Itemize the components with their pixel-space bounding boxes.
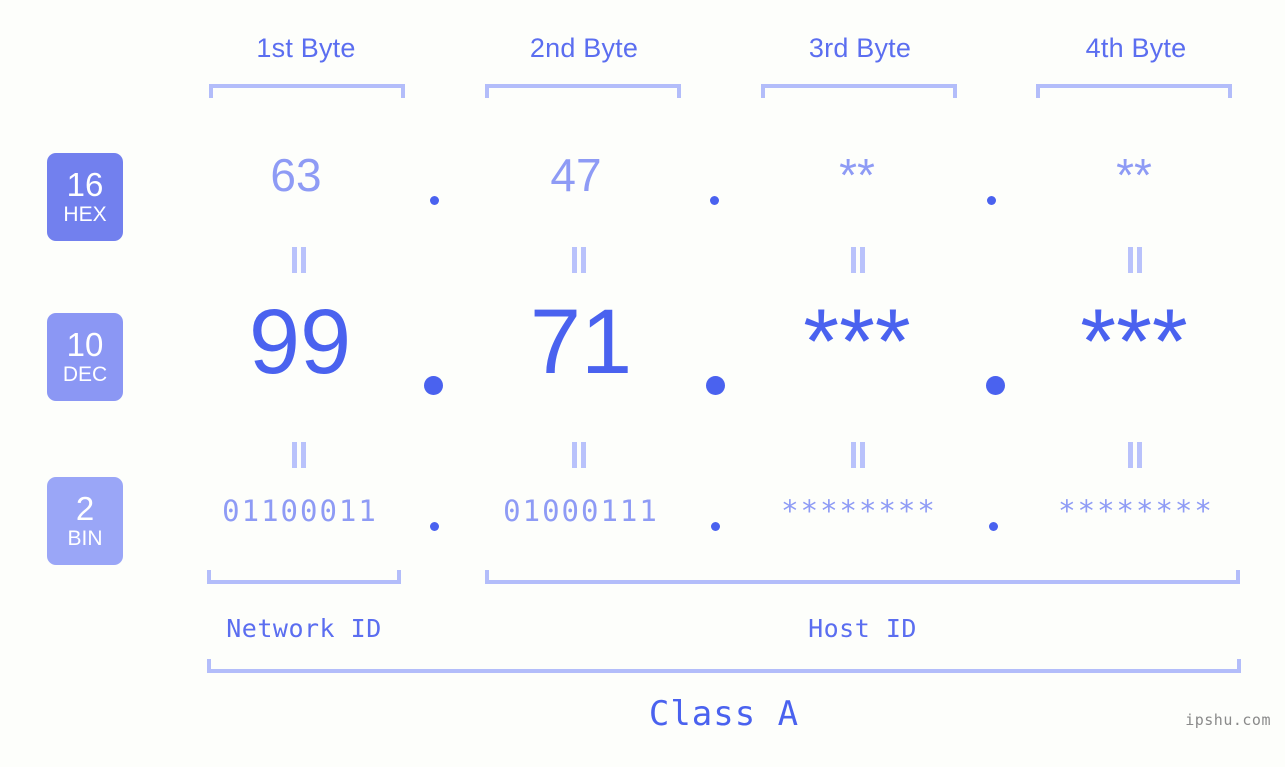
dec-byte-2: 71	[529, 291, 633, 393]
equals-connector-hex-dec-4	[1128, 247, 1142, 273]
byte-bracket-4	[1036, 84, 1232, 98]
class-bracket	[207, 659, 1241, 673]
byte-bracket-3	[761, 84, 957, 98]
dec-byte-3: ***	[803, 291, 911, 393]
radix-badge-dec-name: DEC	[62, 363, 108, 387]
equals-connector-dec-bin-3	[851, 442, 865, 468]
dec-separator-dot-1	[424, 376, 443, 395]
hex-separator-dot-1	[430, 196, 439, 205]
radix-badge-hex-name: HEX	[63, 203, 107, 227]
equals-connector-hex-dec-1	[292, 247, 306, 273]
dec-separator-dot-3	[986, 376, 1005, 395]
bin-separator-dot-3	[989, 522, 998, 531]
bin-byte-4: ********	[1058, 494, 1214, 528]
radix-badge-hex: 16 HEX	[47, 153, 123, 241]
dec-byte-1: 99	[248, 291, 352, 393]
byte-header-3: 3rd Byte	[808, 33, 912, 63]
hex-byte-4: **	[1116, 149, 1152, 201]
network-id-bracket	[207, 570, 401, 584]
hex-byte-1: 63	[270, 149, 322, 201]
site-watermark: ipshu.com	[1185, 711, 1271, 729]
byte-header-4: 4th Byte	[1085, 33, 1187, 63]
radix-badge-bin: 2 BIN	[47, 477, 123, 565]
hex-separator-dot-2	[710, 196, 719, 205]
class-label: Class A	[648, 694, 800, 734]
byte-bracket-2	[485, 84, 681, 98]
radix-badge-bin-name: BIN	[67, 527, 103, 551]
host-id-bracket	[485, 570, 1240, 584]
radix-badge-dec: 10 DEC	[47, 313, 123, 401]
hex-byte-3: **	[839, 149, 875, 201]
equals-connector-dec-bin-2	[572, 442, 586, 468]
radix-badge-bin-number: 2	[75, 489, 95, 527]
byte-header-1: 1st Byte	[256, 33, 356, 63]
radix-badge-hex-number: 16	[66, 165, 104, 203]
radix-badge-dec-number: 10	[66, 325, 104, 363]
bin-byte-1: 01100011	[222, 494, 378, 528]
hex-byte-2: 47	[550, 149, 602, 201]
equals-connector-dec-bin-1	[292, 442, 306, 468]
network-id-label: Network ID	[226, 614, 382, 643]
ip-address-breakdown-diagram: 1st Byte 2nd Byte 3rd Byte 4th Byte 16 H…	[0, 0, 1285, 767]
byte-header-2: 2nd Byte	[529, 33, 639, 63]
bin-byte-3: ********	[781, 494, 937, 528]
byte-bracket-1	[209, 84, 405, 98]
equals-connector-hex-dec-3	[851, 247, 865, 273]
bin-byte-2: 01000111	[503, 494, 659, 528]
hex-separator-dot-3	[987, 196, 996, 205]
bin-separator-dot-1	[430, 522, 439, 531]
dec-separator-dot-2	[706, 376, 725, 395]
host-id-label: Host ID	[808, 614, 917, 643]
dec-byte-4: ***	[1080, 291, 1188, 393]
bin-separator-dot-2	[711, 522, 720, 531]
equals-connector-hex-dec-2	[572, 247, 586, 273]
equals-connector-dec-bin-4	[1128, 442, 1142, 468]
